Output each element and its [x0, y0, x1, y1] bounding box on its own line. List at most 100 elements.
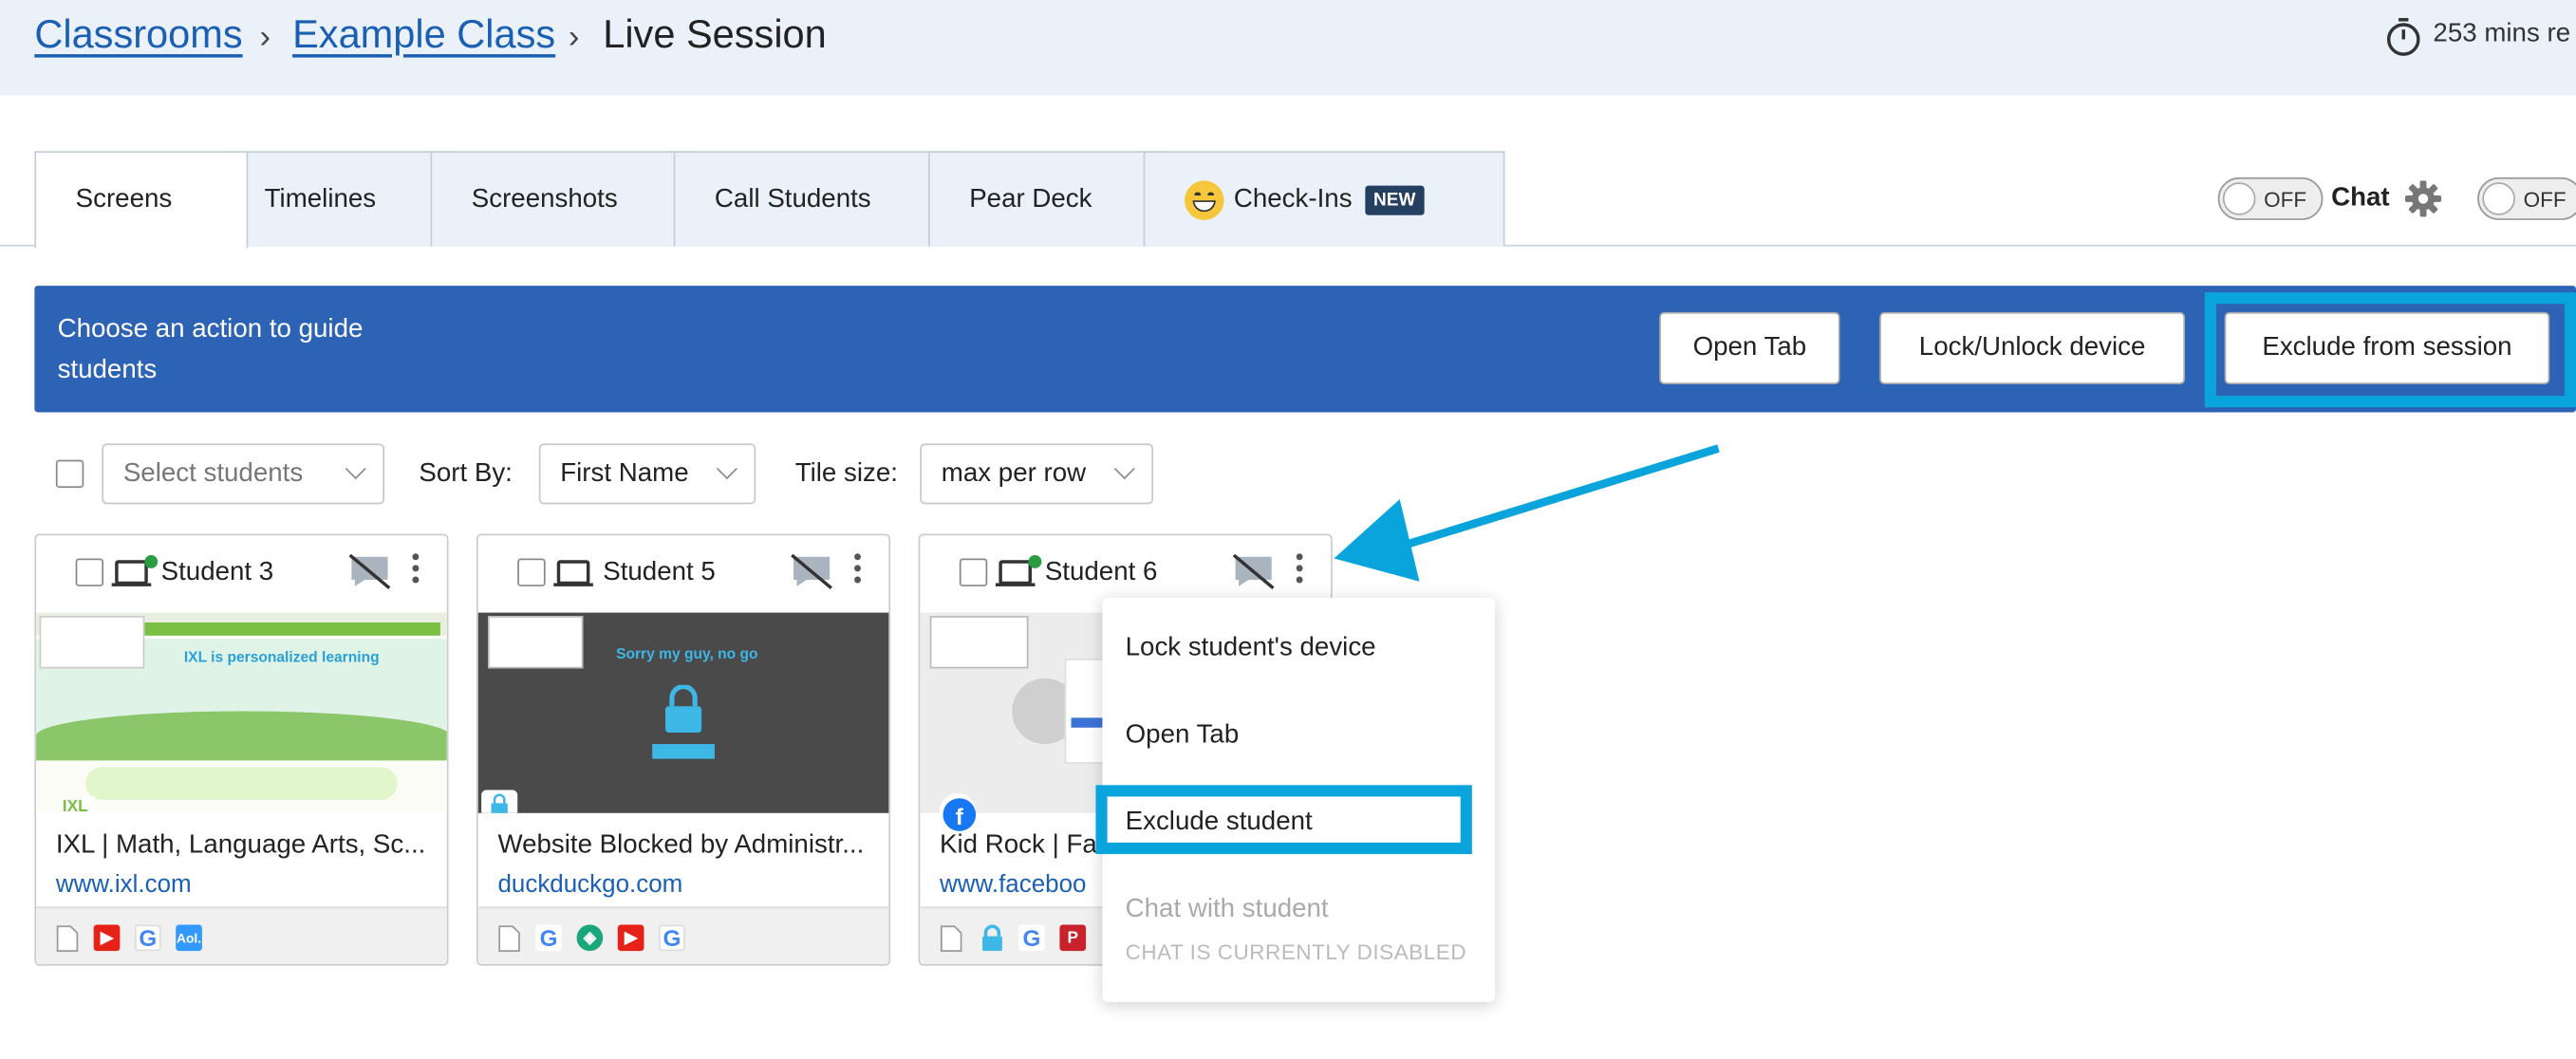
- tile-size-dropdown[interactable]: max per row: [920, 443, 1154, 505]
- tab-pear-deck[interactable]: Pear Deck: [927, 151, 1167, 247]
- chat-disabled-icon[interactable]: [791, 553, 833, 589]
- tab-icons-row: ▶ G Aol.: [36, 906, 447, 965]
- tab-screens[interactable]: Screens: [34, 151, 249, 249]
- pinterest-icon[interactable]: P: [1059, 924, 1087, 952]
- dropdown-value: First Name: [560, 458, 689, 488]
- tab-screenshots[interactable]: Screenshots: [430, 151, 697, 247]
- tile-size-label: Tile size:: [794, 459, 898, 489]
- laptop-icon: [999, 560, 1032, 585]
- page-icon[interactable]: [497, 924, 520, 953]
- chat-disabled-icon[interactable]: [348, 553, 391, 589]
- screen-thumbnail[interactable]: Sorry my guy, no go: [477, 612, 889, 813]
- online-status-dot: [1028, 555, 1042, 568]
- kebab-menu-icon[interactable]: [854, 553, 861, 561]
- menu-item-lock-device[interactable]: Lock student's device: [1126, 634, 1376, 663]
- new-badge: NEW: [1365, 184, 1425, 214]
- breadcrumb-separator: ›: [259, 19, 271, 56]
- cube-icon[interactable]: ◈: [576, 924, 604, 952]
- tab-label: Call Students: [714, 184, 871, 214]
- action-banner: Choose an action to guide students Open …: [34, 286, 2576, 413]
- student-name: Student 3: [160, 558, 274, 586]
- page-url-link[interactable]: www.ixl.com: [56, 870, 192, 898]
- breadcrumb-class[interactable]: Example Class: [292, 13, 555, 59]
- youtube-icon[interactable]: ▶: [617, 924, 644, 952]
- lock-unlock-button[interactable]: Lock/Unlock device: [1879, 311, 2186, 385]
- dropdown-value: max per row: [941, 458, 1087, 488]
- tab-timelines[interactable]: Timelines: [223, 151, 454, 247]
- select-all-checkbox[interactable]: [55, 459, 84, 489]
- google-icon[interactable]: G: [1018, 924, 1045, 952]
- lock-icon: [665, 684, 702, 733]
- page-title: Live Session: [603, 12, 827, 58]
- page-icon[interactable]: [56, 924, 79, 953]
- ixl-logo: IXL: [62, 798, 88, 813]
- kebab-menu-icon: [854, 565, 861, 572]
- open-tab-button[interactable]: Open Tab: [1659, 311, 1840, 385]
- chat-disabled-icon[interactable]: [1232, 553, 1275, 589]
- student-context-menu: Lock student's device Open Tab Exclude s…: [1095, 598, 1496, 1002]
- student-card[interactable]: Student 5 Sorry my guy, no go Website Bl…: [476, 533, 891, 966]
- menu-item-exclude-student[interactable]: Exclude student: [1126, 808, 1313, 838]
- exclude-from-session-button[interactable]: Exclude from session: [2224, 311, 2550, 385]
- breadcrumb-classrooms[interactable]: Classrooms: [34, 13, 242, 59]
- chat-toggle[interactable]: OFF: [2217, 176, 2324, 220]
- laptop-icon: [115, 560, 148, 585]
- toggle-knob: [2482, 182, 2515, 215]
- thumbnail-headline: IXL is personalized learning: [183, 648, 380, 666]
- card-header: Student 3: [36, 535, 447, 611]
- page-header: Classrooms › Example Class › Live Sessio…: [0, 0, 2576, 96]
- gear-icon[interactable]: [2403, 179, 2443, 219]
- student-checkbox[interactable]: [75, 558, 104, 586]
- aol-icon[interactable]: Aol.: [176, 924, 202, 952]
- kebab-menu-icon: [1296, 565, 1303, 572]
- action-banner-text: Choose an action to guide students: [57, 315, 364, 385]
- google-icon[interactable]: G: [134, 924, 161, 952]
- student-name: Student 5: [603, 558, 716, 586]
- chevron-down-icon: [716, 458, 737, 480]
- menu-item-chat-with-student: Chat with student: [1125, 895, 1329, 923]
- stopwatch-icon: [2386, 18, 2420, 56]
- thumbnail-headline: Sorry my guy, no go: [616, 645, 758, 662]
- facebook-icon: f: [943, 798, 977, 831]
- tab-call-students[interactable]: Call Students: [673, 151, 953, 247]
- kebab-menu-icon[interactable]: [412, 553, 420, 561]
- card-header: Student 5: [478, 535, 889, 611]
- laptop-icon-base: [553, 583, 593, 586]
- laptop-icon-base: [111, 583, 152, 586]
- page-title-text: IXL | Math, Language Arts, Sc...: [55, 830, 426, 860]
- student-card[interactable]: Student 3 IXL is personalized learning I…: [34, 533, 449, 966]
- tab-label: Screens: [75, 185, 173, 214]
- page-icon[interactable]: [940, 924, 962, 953]
- google-icon[interactable]: G: [659, 924, 685, 952]
- sort-dropdown[interactable]: First Name: [538, 443, 756, 505]
- youtube-icon[interactable]: ▶: [93, 924, 121, 952]
- tab-check-ins[interactable]: Check-Ins NEW: [1143, 151, 1505, 247]
- toggle-knob: [2222, 182, 2256, 215]
- page-url-link[interactable]: duckduckgo.com: [497, 870, 682, 898]
- page-title-text: Website Blocked by Administr...: [497, 830, 865, 860]
- chat-disabled-note: CHAT IS CURRENTLY DISABLED: [1125, 939, 1467, 965]
- lock-icon[interactable]: [980, 924, 1003, 952]
- second-toggle[interactable]: OFF: [2477, 176, 2576, 220]
- sort-label: Sort By:: [419, 459, 513, 489]
- dropdown-placeholder: Select students: [122, 458, 304, 488]
- online-status-dot: [144, 555, 159, 568]
- kebab-menu-icon: [412, 565, 420, 572]
- menu-item-open-tab[interactable]: Open Tab: [1126, 721, 1240, 751]
- tab-label: Timelines: [264, 184, 377, 214]
- student-name: Student 6: [1044, 558, 1158, 586]
- screen-thumbnail[interactable]: IXL is personalized learning IXL: [36, 612, 447, 813]
- page-url-link[interactable]: www.faceboo: [940, 870, 1086, 898]
- student-checkbox[interactable]: [517, 558, 546, 586]
- select-students-dropdown[interactable]: Select students: [102, 443, 385, 505]
- chevron-down-icon: [345, 458, 366, 480]
- toggle-state: OFF: [2523, 187, 2567, 213]
- tab-label: Screenshots: [471, 184, 618, 214]
- time-remaining: 253 mins re: [2433, 19, 2571, 48]
- google-icon[interactable]: G: [535, 924, 562, 952]
- kebab-menu-icon[interactable]: [1296, 553, 1303, 561]
- kebab-menu-icon: [854, 576, 861, 584]
- tab-label: Pear Deck: [969, 184, 1092, 214]
- arrow-annotation-icon: [1334, 444, 1720, 582]
- student-checkbox[interactable]: [959, 558, 988, 586]
